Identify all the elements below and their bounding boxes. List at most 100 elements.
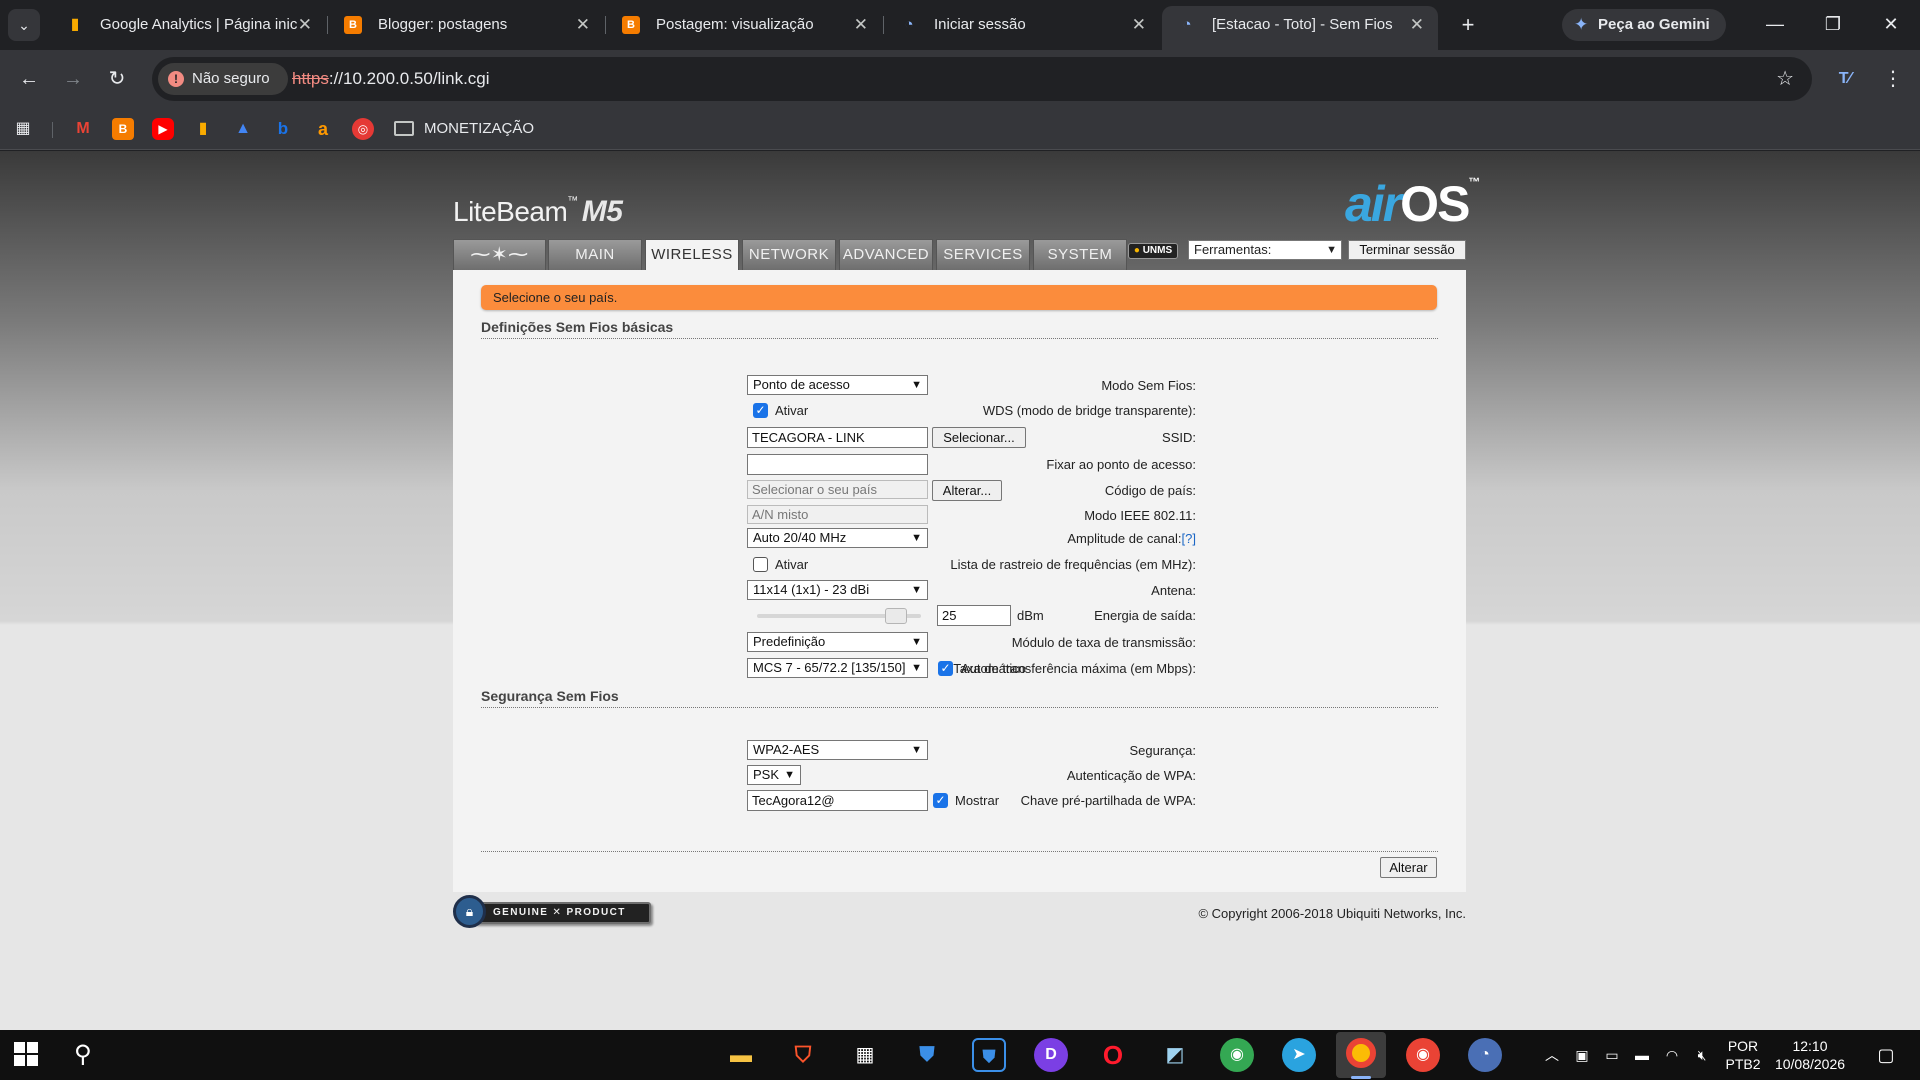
tray-chevron-up-icon[interactable]: ︿ (1538, 1030, 1566, 1080)
chrome-profile-icon[interactable]: ◉ (1220, 1038, 1254, 1072)
windows-start-icon[interactable] (14, 1042, 38, 1066)
tab-blogger-posts[interactable]: B Blogger: postagens ✕ (328, 6, 604, 44)
row-ssid: SSID: TECAGORA - LINK Selecionar... (453, 427, 1466, 449)
unms-badge[interactable]: ● UNMS (1128, 243, 1178, 259)
youtube-icon[interactable]: ▶ (152, 118, 174, 140)
logout-button[interactable]: Terminar sessão (1348, 240, 1466, 260)
close-tab-icon[interactable]: ✕ (298, 6, 312, 44)
chrome-alt-icon[interactable]: ◉ (1406, 1038, 1440, 1072)
wifi-icon[interactable]: ◠ (1658, 1030, 1686, 1080)
output-power-slider[interactable] (757, 608, 921, 624)
wds-checkbox[interactable]: ✓ (753, 403, 768, 418)
chevron-down-icon: ▼ (909, 633, 922, 651)
back-icon[interactable]: ← (12, 62, 46, 96)
analytics-bookmark-icon[interactable]: ▮ (192, 118, 214, 140)
bookmark-folder-monetizacao[interactable]: MONETIZAÇÃO (394, 118, 534, 140)
tray-display-icon[interactable]: ▭ (1598, 1030, 1626, 1080)
blogger-icon: B (622, 16, 640, 34)
wireless-mode-select[interactable]: Ponto de acesso ▼ (747, 375, 928, 395)
row-wds: WDS (modo de bridge transparente): ✓ Ati… (453, 400, 1466, 422)
tools-select[interactable]: Ferramentas: ▼ (1188, 240, 1342, 260)
rakuten-icon[interactable]: ◎ (352, 118, 374, 140)
more-menu-icon[interactable]: ⋮ (1876, 62, 1910, 96)
app-globe-icon[interactable]: ◔ (1468, 1038, 1502, 1072)
amazon-icon[interactable]: a (312, 118, 334, 140)
ieee-mode-input: A/N misto (747, 505, 928, 524)
help-link[interactable]: [?] (1182, 531, 1196, 546)
tab-wireless-active[interactable]: ◔ [Estacao - Toto] - Sem Fios ✕ (1162, 6, 1438, 50)
forward-icon[interactable]: → (56, 62, 90, 96)
rate-module-select[interactable]: Predefinição ▼ (747, 632, 928, 652)
new-tab-icon[interactable]: + (1452, 9, 1484, 41)
select-ssid-button[interactable]: Selecionar... (932, 427, 1026, 448)
folder-icon (394, 121, 414, 136)
restore-icon[interactable]: ❐ (1804, 0, 1862, 50)
ads-icon[interactable]: ▲ (232, 118, 254, 140)
tab-google-analytics[interactable]: ▮ Google Analytics | Página inic ✕ (50, 6, 326, 44)
language-indicator[interactable]: POR PTB2 (1718, 1037, 1768, 1073)
row-wireless-mode: Modo Sem Fios: Ponto de acesso ▼ (453, 375, 1466, 397)
freq-scan-checkbox[interactable]: ✓ (753, 557, 768, 572)
notes-app-icon[interactable]: ◩ (1158, 1038, 1192, 1072)
search-icon[interactable]: ⚲ (74, 1041, 102, 1069)
close-tab-icon[interactable]: ✕ (1132, 6, 1146, 44)
tab-wireless[interactable]: WIRELESS (645, 239, 739, 272)
close-tab-icon[interactable]: ✕ (1410, 6, 1424, 44)
show-key-checkbox[interactable]: ✓ (933, 793, 948, 808)
volume-muted-icon[interactable]: 🔇︎ (1688, 1030, 1716, 1080)
security-select[interactable]: WPA2-AES ▼ (747, 740, 928, 760)
close-tab-icon[interactable]: ✕ (854, 6, 868, 44)
wpa-key-input[interactable]: TecAgora12@ (747, 790, 928, 811)
battery-icon[interactable]: ▬ (1628, 1030, 1656, 1080)
ssid-input[interactable]: TECAGORA - LINK (747, 427, 928, 448)
app-d-icon[interactable]: D (1034, 1038, 1068, 1072)
url-text[interactable]: https://10.200.0.50/link.cgi (292, 57, 490, 101)
tab-advanced[interactable]: ADVANCED (839, 239, 933, 270)
tab-services[interactable]: SERVICES (936, 239, 1030, 270)
row-wpa-key: Chave pré-partilhada de WPA: TecAgora12@… (453, 790, 1466, 812)
clock[interactable]: 12:10 10/08/2026 (1770, 1037, 1850, 1073)
reload-icon[interactable]: ↻ (100, 62, 134, 96)
warning-icon: ! (168, 71, 184, 87)
browser-toolbar: ← → ↻ ! Não seguro https://10.200.0.50/l… (0, 50, 1920, 108)
tab-network[interactable]: NETWORK (742, 239, 836, 270)
apply-button[interactable]: Alterar (1380, 857, 1437, 878)
tray-device-icon[interactable]: ▣ (1568, 1030, 1596, 1080)
tab-search-chevron-icon[interactable]: ⌄ (8, 9, 40, 41)
tab-main[interactable]: MAIN (548, 239, 642, 270)
channel-width-select[interactable]: Auto 20/40 MHz ▼ (747, 528, 928, 548)
ask-gemini-button[interactable]: ✦ Peça ao Gemini (1562, 9, 1726, 41)
opera-icon[interactable]: O (1096, 1038, 1130, 1072)
slider-thumb[interactable] (885, 608, 907, 624)
lock-ap-input[interactable] (747, 454, 928, 475)
security-app-icon[interactable]: ⛊ (972, 1038, 1006, 1072)
bing-icon[interactable]: b (272, 118, 294, 140)
tab-blogger-preview[interactable]: B Postagem: visualização ✕ (606, 6, 882, 44)
brave-icon[interactable]: ⛉ (786, 1038, 820, 1072)
tab-ubiquiti-logo[interactable]: ⁓✶⁓ (453, 239, 546, 270)
auto-rate-checkbox[interactable]: ✓ (938, 661, 953, 676)
blogger-bookmark-icon[interactable]: B (112, 118, 134, 140)
tab-login[interactable]: ◔ Iniciar sessão ✕ (884, 6, 1160, 44)
address-bar[interactable]: ! Não seguro https://10.200.0.50/link.cg… (152, 57, 1812, 101)
chrome-active-icon[interactable] (1336, 1032, 1386, 1078)
apps-grid-icon[interactable]: ▦ (12, 118, 34, 140)
close-window-icon[interactable]: ✕ (1862, 0, 1920, 50)
tab-system[interactable]: SYSTEM (1033, 239, 1127, 270)
file-explorer-icon[interactable]: ▬ (724, 1038, 758, 1072)
telegram-icon[interactable]: ➤ (1282, 1038, 1316, 1072)
bookmark-star-icon[interactable]: ☆ (1776, 57, 1794, 101)
antenna-select[interactable]: 11x14 (1x1) - 23 dBi ▼ (747, 580, 928, 600)
minimize-icon[interactable]: — (1746, 0, 1804, 50)
defender-icon[interactable]: ⛊ (910, 1038, 944, 1072)
close-tab-icon[interactable]: ✕ (576, 6, 590, 44)
notifications-icon[interactable]: ▢ (1866, 1030, 1906, 1080)
extension-icon[interactable]: T⁄ (1828, 62, 1862, 96)
max-rate-select[interactable]: MCS 7 - 65/72.2 [135/150] ▼ (747, 658, 928, 678)
change-country-button[interactable]: Alterar... (932, 480, 1002, 501)
microsoft-store-icon[interactable]: ▦ (848, 1038, 882, 1072)
not-secure-chip[interactable]: ! Não seguro (158, 63, 288, 95)
output-power-input[interactable]: 25 (937, 605, 1011, 626)
wpa-auth-select[interactable]: PSK ▼ (747, 765, 801, 785)
gmail-icon[interactable]: M (72, 118, 94, 140)
